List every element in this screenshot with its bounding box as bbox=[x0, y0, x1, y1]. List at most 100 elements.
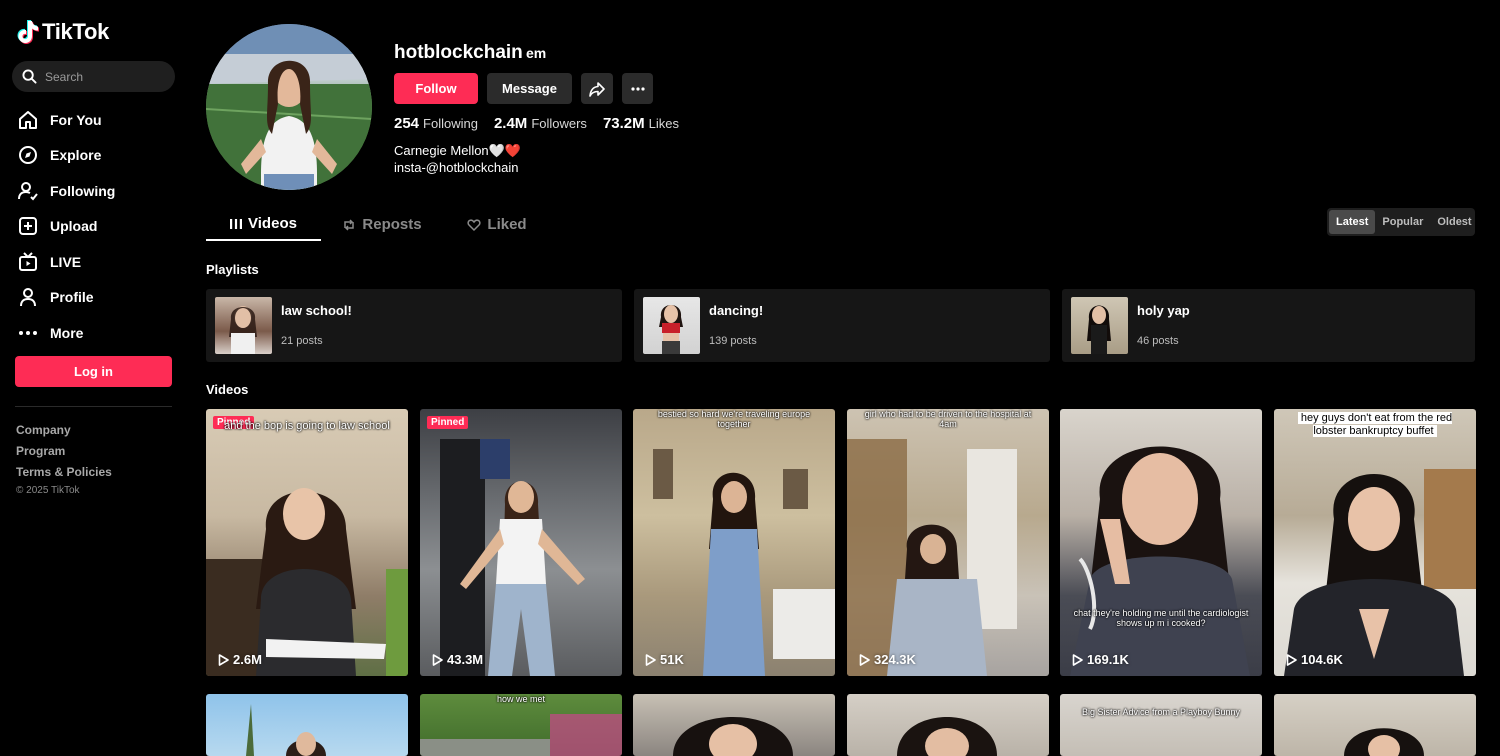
video-card[interactable]: Big Sister Advice from a Playboy Bunny bbox=[1060, 694, 1262, 756]
playlist-thumbnail bbox=[1071, 297, 1128, 354]
tab-videos[interactable]: Videos bbox=[206, 208, 321, 241]
playlist-name: dancing! bbox=[709, 303, 764, 318]
copyright: © 2025 TikTok bbox=[16, 485, 80, 496]
sidebar-item-following[interactable]: Following bbox=[17, 173, 177, 209]
tab-reposts[interactable]: Reposts bbox=[321, 208, 443, 241]
profile-stats: 254 Following 2.4M Followers 73.2M Likes bbox=[394, 115, 679, 133]
view-count: 169.1K bbox=[1072, 652, 1129, 667]
footer-link-terms[interactable]: Terms & Policies bbox=[16, 462, 112, 483]
video-caption: bestied so hard we're traveling europe t… bbox=[657, 409, 811, 429]
profile-icon bbox=[17, 287, 38, 308]
sort-popular[interactable]: Popular bbox=[1375, 210, 1430, 234]
caption-text: hey guys don't eat from the red lobster … bbox=[1297, 412, 1453, 437]
video-card[interactable]: hey guys don't eat from the red lobster … bbox=[1274, 409, 1476, 676]
play-icon bbox=[218, 653, 229, 666]
playlist-card[interactable]: holy yap 46 posts bbox=[1062, 289, 1475, 362]
sort-latest[interactable]: Latest bbox=[1329, 210, 1376, 234]
video-card[interactable] bbox=[847, 694, 1049, 756]
video-caption: Big Sister Advice from a Playboy Bunny bbox=[1081, 707, 1241, 717]
search-input[interactable] bbox=[45, 69, 165, 84]
search-icon bbox=[22, 69, 37, 84]
upload-icon bbox=[17, 216, 38, 237]
video-card[interactable]: bestied so hard we're traveling europe t… bbox=[633, 409, 835, 676]
play-icon bbox=[1072, 653, 1083, 666]
stat-followers[interactable]: 2.4M Followers bbox=[494, 115, 587, 133]
tab-label: Videos bbox=[248, 215, 297, 232]
view-count-value: 43.3M bbox=[447, 652, 484, 667]
more-icon bbox=[17, 322, 38, 343]
bio-line: Carnegie Mellon🤍❤️ bbox=[394, 143, 522, 158]
video-thumbnail bbox=[847, 439, 1017, 676]
profile-nickname: em bbox=[526, 45, 547, 61]
video-card[interactable] bbox=[1274, 694, 1476, 756]
video-caption: hey guys don't eat from the red lobster … bbox=[1274, 412, 1476, 438]
tab-liked[interactable]: Liked bbox=[443, 208, 551, 241]
video-card[interactable] bbox=[633, 694, 835, 756]
tiktok-logo[interactable]: TikTok bbox=[17, 19, 109, 45]
likes-label: Likes bbox=[648, 116, 679, 131]
sidebar-item-live[interactable]: LIVE bbox=[17, 244, 177, 280]
followers-count: 2.4M bbox=[493, 115, 528, 132]
sort-oldest[interactable]: Oldest bbox=[1430, 210, 1478, 234]
logo-text: TikTok bbox=[42, 19, 110, 44]
video-card[interactable]: Pinned and the bop is going to law schoo… bbox=[206, 409, 408, 676]
playlist-card[interactable]: dancing! 139 posts bbox=[634, 289, 1050, 362]
stat-following[interactable]: 254 Following bbox=[394, 115, 478, 133]
compass-icon bbox=[17, 145, 38, 166]
video-card[interactable]: girl who had to be driven to the hospita… bbox=[847, 409, 1049, 676]
video-thumbnail bbox=[653, 449, 835, 676]
share-button[interactable] bbox=[581, 73, 613, 104]
sidebar-item-profile[interactable]: Profile bbox=[17, 280, 177, 316]
footer-link-company[interactable]: Company bbox=[16, 420, 112, 441]
sidebar-item-explore[interactable]: Explore bbox=[17, 138, 177, 174]
sidebar-item-label: For You bbox=[50, 111, 102, 128]
video-caption: chat they're holding me until the cardio… bbox=[1073, 608, 1249, 628]
video-thumbnail bbox=[1070, 446, 1250, 676]
sidebar-item-upload[interactable]: Upload bbox=[17, 209, 177, 245]
play-icon bbox=[1286, 653, 1297, 666]
video-card[interactable]: Pinned 43.3M bbox=[420, 409, 622, 676]
message-button[interactable]: Message bbox=[487, 73, 572, 104]
video-card[interactable] bbox=[206, 694, 408, 756]
playlist-count: 46 posts bbox=[1137, 335, 1179, 347]
grid-icon bbox=[230, 218, 243, 229]
view-count-value: 104.6K bbox=[1301, 652, 1343, 667]
playlist-count: 21 posts bbox=[281, 335, 323, 347]
sidebar-item-label: LIVE bbox=[50, 253, 82, 270]
sidebar-nav: For You Explore Following Upload LIVE Pr… bbox=[17, 102, 177, 351]
video-card[interactable]: chat they're holding me until the cardio… bbox=[1060, 409, 1262, 676]
profile-tabs: Videos Reposts Liked bbox=[206, 208, 551, 241]
sidebar-item-for-you[interactable]: For You bbox=[17, 102, 177, 138]
bio-line: insta-@hotblockchain bbox=[394, 159, 519, 175]
view-count: 2.6M bbox=[218, 652, 262, 667]
view-count-value: 324.3K bbox=[874, 652, 916, 667]
video-thumbnail bbox=[246, 704, 326, 756]
view-count: 324.3K bbox=[859, 652, 916, 667]
video-thumbnail bbox=[1284, 469, 1476, 676]
sidebar: TikTok For You Explore Following bbox=[0, 0, 188, 756]
sidebar-item-label: Following bbox=[50, 182, 116, 199]
view-count-value: 51K bbox=[660, 652, 684, 667]
tiktok-note-icon bbox=[17, 20, 39, 45]
home-icon bbox=[17, 109, 38, 130]
search-bar[interactable] bbox=[12, 61, 175, 92]
footer-link-program[interactable]: Program bbox=[16, 441, 112, 462]
video-card[interactable]: how we met bbox=[420, 694, 622, 756]
stat-likes: 73.2M Likes bbox=[603, 115, 679, 133]
playlist-card[interactable]: law school! 21 posts bbox=[206, 289, 622, 362]
more-options-button[interactable] bbox=[622, 73, 653, 104]
view-count: 43.3M bbox=[432, 652, 483, 667]
sidebar-divider bbox=[15, 406, 172, 407]
following-count: 254 bbox=[394, 115, 420, 132]
sidebar-footer: Company Program Terms & Policies © 2025 … bbox=[16, 420, 112, 496]
video-caption: girl who had to be driven to the hospita… bbox=[864, 409, 1032, 429]
video-caption: how we met bbox=[496, 694, 546, 704]
video-caption: and the bop is going to law school bbox=[224, 420, 390, 432]
view-count-value: 169.1K bbox=[1087, 652, 1129, 667]
playlists-heading: Playlists bbox=[206, 262, 259, 277]
sidebar-item-more[interactable]: More bbox=[17, 315, 177, 351]
playlist-name: holy yap bbox=[1137, 303, 1190, 318]
login-button[interactable]: Log in bbox=[15, 356, 172, 387]
playlist-count: 139 posts bbox=[709, 335, 757, 347]
follow-button[interactable]: Follow bbox=[394, 73, 478, 104]
